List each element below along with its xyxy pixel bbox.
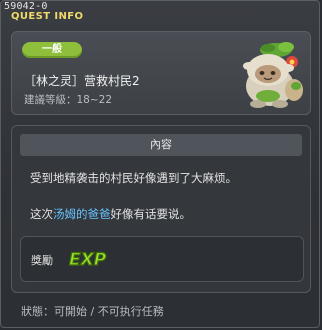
quest-content-panel: 內容 受到地精袭击的村民好像遇到了大麻烦。 这次汤姆的爸爸好像有话要说。 獎勵 … bbox=[11, 125, 311, 293]
level-range: 18~22 bbox=[76, 94, 113, 106]
reward-box: 獎勵 EXP bbox=[20, 236, 304, 282]
description-line-2: 这次汤姆的爸爸好像有话要说。 bbox=[30, 206, 191, 222]
quest-info-window: 59042-0 QUEST INFO 一般 ［林之灵］营救村民2 建議等級：18… bbox=[0, 0, 320, 328]
exp-icon[interactable]: EXP bbox=[67, 246, 107, 270]
exp-text: EXP bbox=[69, 250, 107, 270]
quest-status: 狀態：可開始 / 不可执行任務 bbox=[21, 305, 164, 318]
npc-name-link[interactable]: 汤姆的爸爸 bbox=[53, 207, 111, 221]
close-icon[interactable] bbox=[301, 4, 313, 16]
content-section-title: 內容 bbox=[20, 134, 302, 156]
recommended-level: 建議等級：18~22 bbox=[24, 92, 112, 107]
reward-label: 獎勵 bbox=[31, 254, 53, 267]
category-badge: 一般 bbox=[22, 42, 82, 58]
description-line-1: 受到地精袭击的村民好像遇到了大麻烦。 bbox=[30, 171, 237, 185]
npc-portrait bbox=[243, 42, 303, 108]
level-label: 建議等級： bbox=[24, 94, 77, 106]
quest-header-panel: 一般 ［林之灵］营救村民2 建議等級：18~22 bbox=[11, 31, 311, 115]
line2-suffix: 好像有话要说。 bbox=[110, 207, 192, 221]
line2-prefix: 这次 bbox=[30, 207, 53, 221]
window-title: QUEST INFO bbox=[11, 11, 84, 22]
quest-name: ［林之灵］营救村民2 bbox=[24, 74, 140, 88]
